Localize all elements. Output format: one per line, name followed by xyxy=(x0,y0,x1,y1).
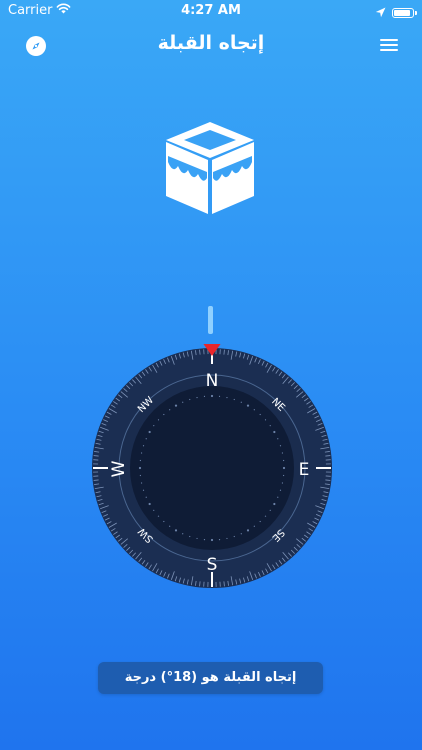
compass-inner-dot xyxy=(153,425,155,427)
cardinal-w: W xyxy=(109,460,129,477)
compass-inner-dot xyxy=(253,409,255,411)
status-bar: Carrier 4:27 AM xyxy=(0,0,422,22)
compass-inner-dot xyxy=(277,496,279,498)
compass-inner-dot xyxy=(157,419,160,421)
kaaba-icon xyxy=(160,118,260,218)
compass-inner-dot xyxy=(174,404,178,407)
cardinal-n: N xyxy=(206,371,219,391)
compass-tick xyxy=(223,581,225,587)
compass-inner-dot xyxy=(279,445,282,447)
compass-inner-dot xyxy=(142,489,145,491)
compass-inner-dot xyxy=(240,401,242,403)
compass-inner-dot xyxy=(240,533,242,535)
compass-inner-dot xyxy=(145,496,147,498)
compass-inner-dot xyxy=(226,396,228,399)
compass-inner-dot xyxy=(182,533,184,535)
compass-inner-dot xyxy=(148,430,151,434)
compass-tick xyxy=(93,479,99,481)
battery-icon xyxy=(392,7,417,18)
compass-inner-dot xyxy=(269,425,271,427)
compass-inner-dot xyxy=(174,529,178,532)
compass-inner-dot xyxy=(145,438,147,440)
compass-tick xyxy=(93,455,99,457)
compass-inner-dot xyxy=(218,395,221,397)
compass-tick xyxy=(199,349,201,355)
compass-inner-dot xyxy=(139,474,141,477)
compass-tick xyxy=(199,581,201,587)
qibla-direction-label: إتجاه القبلة هو (18°) درجة xyxy=(98,662,323,694)
compass-inner-dot xyxy=(196,537,198,540)
compass-inner-dot xyxy=(139,459,141,462)
compass-tick xyxy=(325,479,331,481)
nav-bar: إتجاه القبلة xyxy=(0,24,422,64)
compass-tick xyxy=(325,455,331,457)
compass-inner-dot xyxy=(189,398,191,401)
location-arrow-icon xyxy=(375,3,386,22)
compass-inner-dot xyxy=(169,409,171,411)
compass-inner-dot xyxy=(169,525,171,527)
status-right xyxy=(375,3,417,22)
compass-inner-dot xyxy=(264,419,267,421)
compass-inner-dot xyxy=(140,482,143,484)
compass-inner-dot xyxy=(157,515,160,517)
compass-tick xyxy=(223,349,225,355)
compass-inner-dot xyxy=(142,445,145,447)
compass-inner-dot xyxy=(218,539,221,541)
qibla-pointer-line xyxy=(208,306,213,334)
compass-inner-dot xyxy=(196,396,198,399)
cardinal-e: E xyxy=(299,460,310,480)
compass-inner-dot xyxy=(273,502,276,506)
compass-inner-dot xyxy=(182,401,184,403)
compass-inner-dot xyxy=(140,452,143,454)
compass-inner-dot xyxy=(259,413,261,416)
compass-inner-dot xyxy=(269,509,271,511)
compass-inner-dot xyxy=(282,466,286,470)
compass-inner-dot xyxy=(189,535,191,538)
compass-inner-dot xyxy=(148,502,151,506)
compass-inner-dot xyxy=(210,538,214,542)
cardinal-s: S xyxy=(207,555,218,575)
compass-inner-dot xyxy=(273,430,276,434)
compass-inner-dot xyxy=(163,520,165,523)
battery-fill xyxy=(394,9,411,16)
compass-inner-dot xyxy=(163,413,165,416)
compass-inner-dot xyxy=(153,509,155,511)
compass-inner-dot xyxy=(283,459,285,462)
compass-inner-dot xyxy=(233,535,235,538)
compass-inner-dot xyxy=(281,482,284,484)
compass-inner-dot xyxy=(226,537,228,540)
compass-inner-dot xyxy=(138,466,142,470)
compass-inner-dot xyxy=(279,489,282,491)
compass-inner-dot xyxy=(259,520,261,523)
compass-inner-dot xyxy=(246,529,250,532)
page-title: إتجاه القبلة xyxy=(157,32,265,54)
compass-inner-dot xyxy=(203,395,206,397)
status-time: 4:27 AM xyxy=(181,3,241,18)
compass-inner-dot xyxy=(277,438,279,440)
compass-inner-dot xyxy=(283,474,285,477)
compass-inner-disc xyxy=(130,386,294,550)
compass-dial: N S E W NW NE SE SW xyxy=(88,342,336,592)
compass-inner-dot xyxy=(210,394,214,398)
compass-inner-dot xyxy=(233,398,235,401)
compass-inner-dot xyxy=(264,515,267,517)
compass-inner-dot xyxy=(203,539,206,541)
compass-inner-dot xyxy=(253,525,255,527)
menu-icon[interactable] xyxy=(378,36,400,54)
compass-inner-dot xyxy=(281,452,284,454)
compass-inner-dot xyxy=(246,404,250,407)
